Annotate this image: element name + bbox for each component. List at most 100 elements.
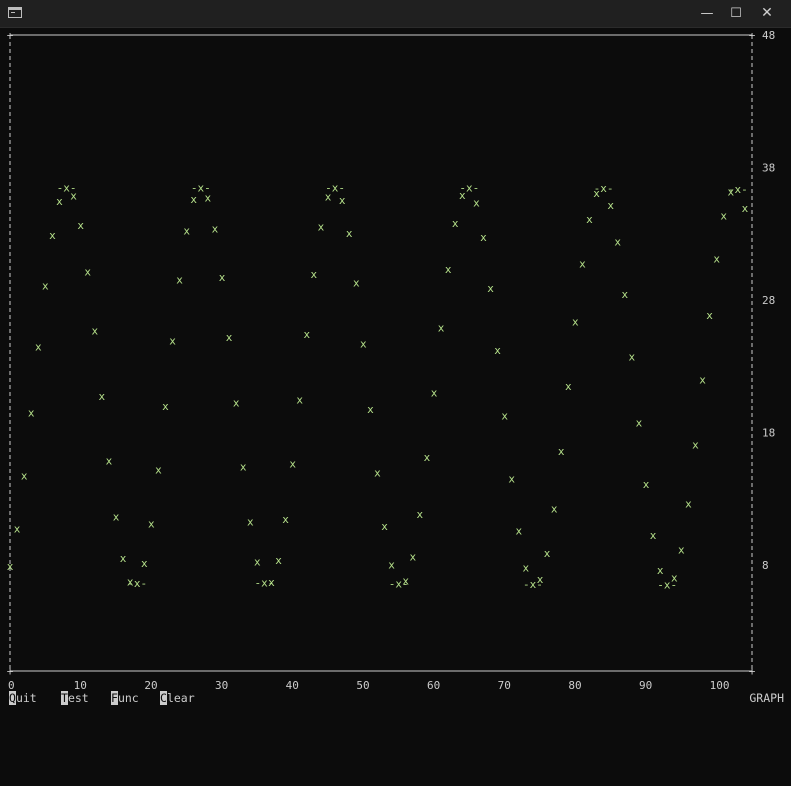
- data-point: x: [275, 554, 282, 567]
- data-point: x: [473, 196, 480, 209]
- peak-point: -x-: [459, 182, 479, 195]
- data-point: x: [70, 190, 77, 203]
- maximize-button[interactable]: ☐: [721, 0, 751, 27]
- x-tick-label: 40: [286, 679, 299, 690]
- data-point: x: [120, 552, 127, 565]
- data-point: x: [657, 564, 664, 577]
- peak-point: -x-: [594, 182, 614, 195]
- minimize-button[interactable]: —: [692, 0, 722, 27]
- data-point: x: [374, 466, 381, 479]
- data-point: x: [409, 551, 416, 564]
- x-tick-label: 10: [74, 679, 87, 690]
- close-button[interactable]: ✕: [752, 0, 782, 27]
- data-point: x: [692, 439, 699, 452]
- data-point: x: [544, 547, 551, 560]
- data-point: x: [169, 334, 176, 347]
- data-point: x: [296, 393, 303, 406]
- x-tick-label: 80: [568, 679, 581, 690]
- data-point: x: [219, 271, 226, 284]
- menu-test-hotkey: T: [61, 691, 68, 705]
- data-point: x: [438, 322, 445, 335]
- data-point: x: [621, 288, 628, 301]
- data-point: x: [21, 469, 28, 482]
- data-point: x: [14, 522, 21, 535]
- x-tick-label: 20: [144, 679, 157, 690]
- data-point: x: [360, 338, 367, 351]
- console-icon: [8, 7, 22, 18]
- data-point: x: [452, 217, 459, 230]
- y-tick-label: 48: [762, 29, 775, 42]
- data-point: x: [699, 374, 706, 387]
- data-point: x: [713, 252, 720, 265]
- data-point: x: [579, 258, 586, 271]
- peak-point: -x-: [325, 181, 345, 194]
- plot-frame: + + + +: [7, 29, 756, 678]
- data-point: x: [212, 223, 219, 236]
- data-point: x: [523, 561, 530, 574]
- menu-quit[interactable]: Quit: [9, 690, 37, 706]
- x-tick-label: 90: [639, 679, 652, 690]
- menu-clear-label: lear: [166, 691, 195, 705]
- data-point: x: [650, 529, 657, 542]
- x-tick-label: 30: [215, 679, 228, 690]
- menu-quit-hotkey: Q: [9, 691, 16, 705]
- data-point: x: [494, 344, 501, 357]
- data-point: x: [671, 571, 678, 584]
- y-tick-label: 8: [762, 559, 769, 572]
- data-point: x: [636, 416, 643, 429]
- peak-point: -x-: [728, 183, 748, 196]
- data-point: x: [205, 192, 212, 205]
- data-point: x: [247, 515, 254, 528]
- data-point: x: [388, 558, 395, 571]
- data-point: x: [155, 463, 162, 476]
- data-point: x: [42, 279, 49, 292]
- data-point: x: [706, 309, 713, 322]
- x-axis-ticks: 0 10 20 30 40 50 60 70 80 90 100: [8, 679, 730, 690]
- data-point: x: [339, 194, 346, 207]
- data-point: x: [28, 406, 35, 419]
- data-point: x: [268, 576, 275, 589]
- data-point: x: [240, 460, 247, 473]
- data-point: x: [537, 573, 544, 586]
- y-tick-label: 28: [762, 294, 775, 307]
- data-point: x: [402, 575, 409, 588]
- data-point: x: [424, 451, 431, 464]
- menu-test[interactable]: Test: [61, 690, 89, 706]
- data-point: x: [515, 525, 522, 538]
- menu-func[interactable]: Func: [111, 690, 139, 706]
- corner-plus: +: [749, 29, 756, 42]
- data-point: x: [162, 400, 169, 413]
- plot-points: xxxxxxxx-x-xxxxxxxxx-x-xxxxxxxx-x-xxxxxx…: [7, 181, 749, 591]
- x-tick-label: 70: [498, 679, 511, 690]
- menu-test-label: est: [67, 691, 89, 705]
- data-point: x: [35, 341, 42, 354]
- data-point: x: [558, 445, 565, 458]
- corner-plus: +: [749, 665, 756, 678]
- data-point: x: [685, 497, 692, 510]
- data-point: x: [311, 268, 318, 281]
- data-point: x: [643, 478, 650, 491]
- data-point: x: [190, 193, 197, 206]
- data-point: x: [303, 328, 310, 341]
- command-menu-bar: Quit Test Func Clear GRAPH: [0, 690, 791, 706]
- menu-clear-hotkey: C: [160, 691, 167, 705]
- data-point: x: [148, 518, 155, 531]
- menu-clear[interactable]: Clear: [160, 690, 195, 706]
- corner-plus: +: [7, 665, 14, 678]
- mode-label: GRAPH: [749, 691, 784, 705]
- y-tick-label: 18: [762, 427, 775, 440]
- data-point: x: [572, 315, 579, 328]
- data-point: x: [233, 397, 240, 410]
- x-tick-label: 0: [8, 679, 15, 690]
- y-tick-label: 38: [762, 162, 775, 175]
- x-tick-label: 50: [356, 679, 369, 690]
- data-point: x: [417, 508, 424, 521]
- corner-plus: +: [7, 29, 14, 42]
- data-point: x: [49, 229, 56, 242]
- data-point: x: [629, 351, 636, 364]
- data-point: x: [226, 331, 233, 344]
- data-point: x: [480, 231, 487, 244]
- data-point: x: [346, 227, 353, 240]
- menu-func-hotkey: F: [111, 691, 118, 705]
- data-point: x: [289, 457, 296, 470]
